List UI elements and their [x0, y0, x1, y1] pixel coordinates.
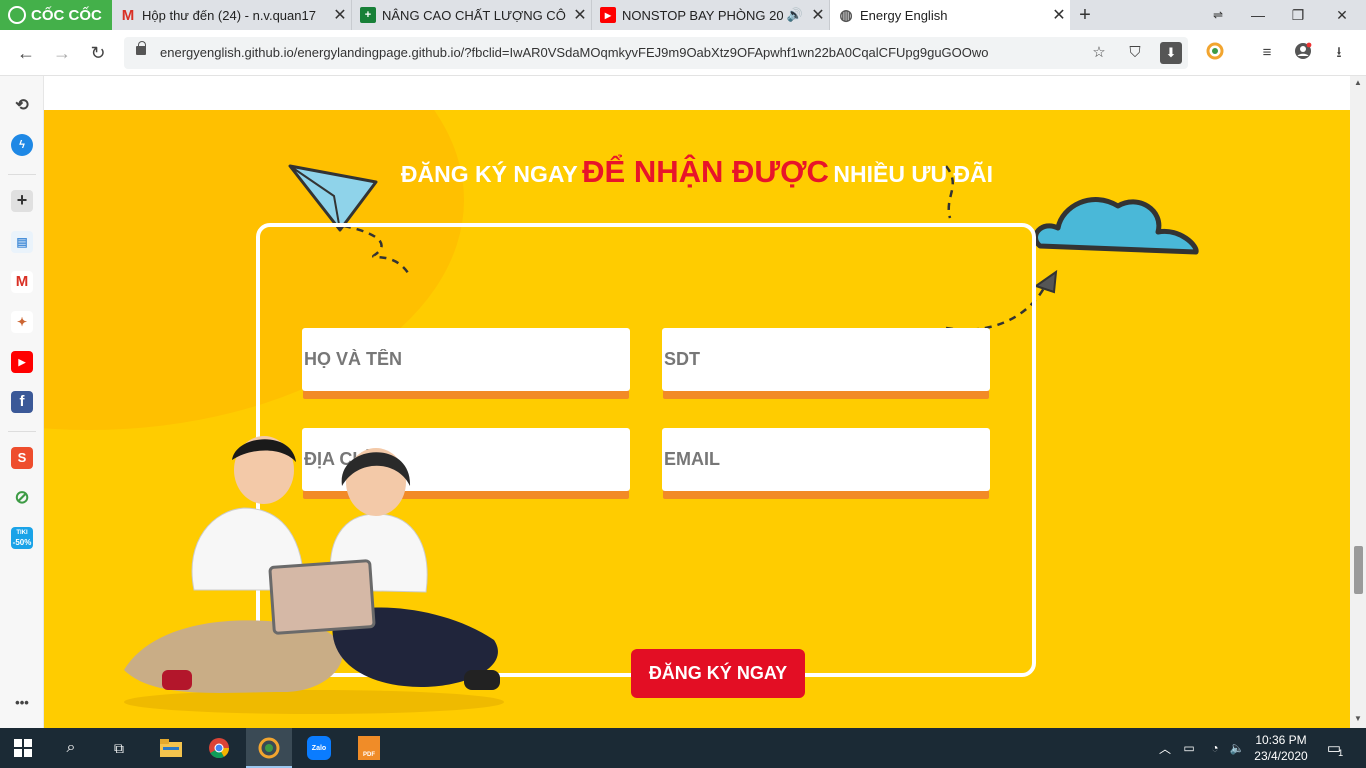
brand-label: CỐC CỐC: [31, 6, 102, 24]
email-input[interactable]: [662, 428, 990, 491]
scroll-up-icon[interactable]: ▲: [1353, 78, 1363, 87]
clock-date: 23/4/2020: [1254, 749, 1308, 763]
bookmark-star-icon[interactable]: ☆: [1088, 42, 1110, 64]
discount-label: -50%: [12, 538, 32, 547]
youtube-icon: ▶: [600, 7, 616, 23]
search-icon[interactable]: ⌕: [48, 728, 94, 768]
volume-icon[interactable]: 🔈: [1226, 728, 1248, 768]
page-viewport: ĐĂNG KÝ NGAY ĐỂ NHẬN ĐƯỢC NHIỀU ƯU ĐÃI H…: [44, 76, 1350, 728]
tab-energy-english[interactable]: ◍ Energy English ✕: [830, 0, 1070, 30]
coccoc-extension-icon[interactable]: [1204, 42, 1226, 64]
name-input[interactable]: [302, 328, 630, 391]
discount-icon[interactable]: TIKI -50%: [11, 527, 33, 549]
shopee-icon[interactable]: S: [11, 447, 33, 469]
system-clock[interactable]: 10:36 PM 23/4/2020: [1250, 732, 1312, 764]
windows-taskbar: ⌕ ⧉ Zalo PDF ︿ ▭ ◔ 🔈 10:36 PM 23/4/2020 …: [0, 728, 1366, 768]
scrollbar-thumb[interactable]: [1354, 546, 1363, 594]
close-icon[interactable]: ✕: [807, 5, 829, 25]
tab-gmail[interactable]: M Hộp thư đến (24) - n.v.quan17 ✕: [112, 0, 352, 30]
history-icon[interactable]: ⟲: [11, 95, 33, 117]
url-text[interactable]: energyenglish.github.io/energylandingpag…: [160, 45, 989, 60]
chrome-icon[interactable]: [196, 728, 242, 768]
coccoc-taskbar-icon[interactable]: [246, 728, 292, 768]
media-playlist-icon[interactable]: ≡: [1256, 42, 1278, 64]
notes-icon[interactable]: ▤: [11, 231, 33, 253]
task-view-icon[interactable]: ⧉: [96, 728, 142, 768]
tab-sheets[interactable]: + NÂNG CAO CHẤT LƯỢNG CÔ ✕: [352, 0, 592, 30]
close-icon[interactable]: ✕: [1048, 5, 1070, 25]
tab-title: Hộp thư đến (24) - n.v.quan17: [142, 7, 316, 23]
downloads-icon[interactable]: ⭳: [1328, 42, 1350, 64]
zalo-label: Zalo: [307, 736, 331, 760]
headline-highlight: ĐỂ NHẬN ĐƯỢC: [582, 154, 829, 189]
wifi-icon[interactable]: ◔: [1204, 728, 1226, 768]
battery-icon[interactable]: ▭: [1178, 728, 1200, 768]
sidebar-divider: [8, 431, 36, 432]
restore-icon[interactable]: ❐: [1278, 0, 1318, 30]
gmail-icon: M: [121, 6, 135, 24]
browser-tab-strip: CỐC CỐC M Hộp thư đến (24) - n.v.quan17 …: [0, 0, 1366, 30]
gmail-icon[interactable]: M: [11, 271, 33, 293]
tab-title: NONSTOP BAY PHÒNG 20: [622, 7, 783, 23]
headline-part-1: ĐĂNG KÝ NGAY: [400, 161, 578, 187]
foxit-pdf-icon[interactable]: PDF: [346, 728, 392, 768]
pdf-label: PDF: [358, 736, 380, 760]
profile-avatar-icon[interactable]: [1292, 42, 1314, 64]
coccoc-icon[interactable]: ⊘: [11, 486, 33, 508]
discount-top-label: TIKI: [16, 530, 28, 536]
tab-search-icon[interactable]: ⇌: [1198, 0, 1238, 30]
page-scrollbar[interactable]: ▲ ▼: [1350, 76, 1366, 728]
close-icon[interactable]: ✕: [329, 5, 351, 25]
browser-toolbar: ← → ↻ energyenglish.github.io/energyland…: [0, 30, 1366, 76]
sheets-icon: +: [360, 7, 376, 23]
audio-playing-icon[interactable]: 🔊: [787, 7, 803, 23]
back-icon[interactable]: ←: [12, 39, 40, 67]
email-field[interactable]: [662, 428, 990, 491]
more-icon[interactable]: •••: [11, 692, 33, 714]
coccoc-menu-button[interactable]: CỐC CỐC: [0, 0, 112, 30]
facebook-icon[interactable]: f: [11, 391, 33, 413]
headline-part-3: NHIỀU ƯU ĐÃI: [833, 161, 994, 187]
download-page-icon[interactable]: ⬇: [1160, 42, 1182, 64]
coccoc-logo-icon: [8, 6, 26, 24]
show-hidden-icons-icon[interactable]: ︿: [1156, 728, 1174, 768]
reload-icon[interactable]: ↻: [84, 39, 112, 67]
forward-icon[interactable]: →: [48, 39, 76, 67]
scroll-down-icon[interactable]: ▼: [1353, 714, 1363, 723]
address-bar[interactable]: energyenglish.github.io/energylandingpag…: [124, 37, 1188, 69]
zalo-icon[interactable]: Zalo: [296, 728, 342, 768]
tab-title: NÂNG CAO CHẤT LƯỢNG CÔ: [382, 7, 566, 23]
new-tab-button[interactable]: +: [1072, 2, 1098, 28]
phone-input[interactable]: [662, 328, 990, 391]
minimize-icon[interactable]: —: [1238, 0, 1278, 30]
phone-field[interactable]: [662, 328, 990, 391]
tab-title: Energy English: [860, 7, 948, 23]
clock-time: 10:36 PM: [1255, 733, 1307, 747]
shield-icon[interactable]: ⛉: [1124, 42, 1146, 64]
name-field[interactable]: [302, 328, 630, 391]
section-headline: ĐĂNG KÝ NGAY ĐỂ NHẬN ĐƯỢC NHIỀU ƯU ĐÃI: [44, 154, 1350, 190]
windows-start-icon[interactable]: [0, 728, 46, 768]
register-submit-button[interactable]: ĐĂNG KÝ NGAY: [631, 649, 805, 698]
add-icon[interactable]: +: [11, 190, 33, 212]
file-explorer-icon[interactable]: [148, 728, 194, 768]
shopping-icon[interactable]: ✦: [11, 311, 33, 333]
children-with-tablet-image: [124, 436, 504, 714]
coccoc-sidebar: ⟲ ϟ + ▤ M ✦ ▶ f S ⊘ TIKI -50% •••: [0, 76, 44, 728]
notification-count: 1: [1338, 748, 1344, 758]
globe-icon: ◍: [839, 7, 853, 24]
sidebar-divider: [8, 174, 36, 175]
lock-icon: [136, 41, 146, 55]
youtube-icon[interactable]: ▶: [11, 351, 33, 373]
window-close-icon[interactable]: ✕: [1322, 0, 1362, 30]
register-section: ĐĂNG KÝ NGAY ĐỂ NHẬN ĐƯỢC NHIỀU ƯU ĐÃI H…: [44, 110, 1350, 728]
close-icon[interactable]: ✕: [569, 5, 591, 25]
notification-center-icon[interactable]: ▭ 1: [1320, 728, 1350, 768]
tab-youtube[interactable]: ▶ NONSTOP BAY PHÒNG 20 🔊 ✕: [592, 0, 830, 30]
messenger-icon[interactable]: ϟ: [11, 134, 33, 156]
